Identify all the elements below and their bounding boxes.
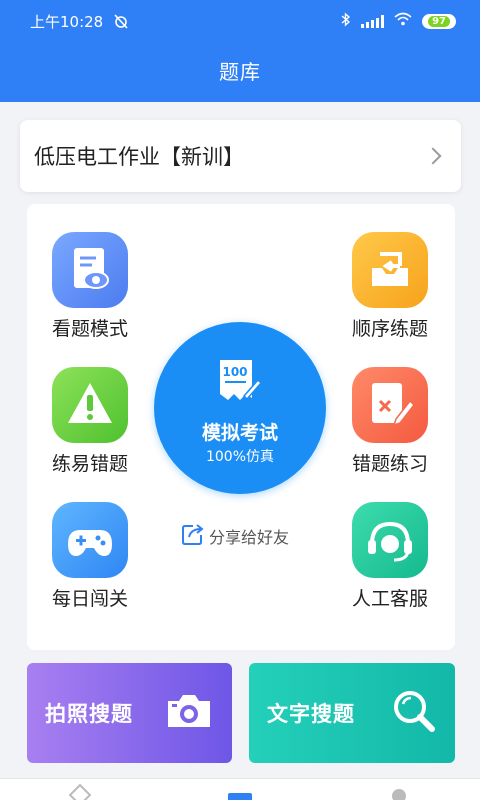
daily-challenge-label: 每日闯关 — [51, 588, 128, 610]
page-title: 题库 — [219, 60, 261, 84]
daily-challenge-button[interactable]: 每日闯关 — [40, 502, 140, 611]
exam-paper-icon: 100 — [218, 358, 263, 404]
photo-search-label: 拍照搜题 — [45, 702, 133, 726]
chevron-right-icon — [424, 147, 442, 165]
wifi-icon — [394, 12, 412, 30]
wrong-practice-label: 错题练习 — [351, 453, 428, 475]
mock-exam-sub: 100%仿真 — [205, 449, 275, 465]
profile-tab-icon[interactable] — [392, 789, 406, 800]
bluetooth-icon — [341, 11, 351, 31]
course-selector[interactable]: 低压电工作业【新训】 — [20, 120, 461, 192]
course-name: 低压电工作业【新训】 — [34, 145, 244, 169]
magnifier-icon — [391, 688, 437, 738]
view-mode-label: 看题模式 — [51, 318, 128, 340]
share-button[interactable]: 分享给好友 — [181, 522, 289, 550]
battery-icon: 97 — [422, 13, 456, 29]
view-mode-button[interactable]: 看题模式 — [40, 232, 140, 341]
signal-icon — [361, 14, 385, 28]
status-time: 上午10:28 — [30, 12, 104, 31]
sequence-practice-button[interactable]: 顺序练题 — [340, 232, 440, 341]
mock-exam-button[interactable]: 100 模拟考试 100%仿真 — [154, 322, 326, 494]
text-search-button[interactable]: 文字搜题 — [249, 663, 455, 763]
camera-icon — [164, 691, 214, 735]
battery-level: 97 — [428, 15, 450, 27]
mock-exam-label: 模拟考试 — [201, 422, 278, 444]
headset-icon — [352, 502, 428, 578]
alarm-mute-icon — [113, 13, 129, 29]
text-search-label: 文字搜题 — [267, 702, 355, 726]
wrong-practice-button[interactable]: 错题练习 — [340, 367, 440, 476]
status-bar: 上午10:28 97 — [0, 0, 480, 42]
easy-wrong-button[interactable]: 练易错题 — [40, 367, 140, 476]
customer-service-label: 人工客服 — [351, 588, 428, 610]
exam-paper-score: 100 — [222, 365, 247, 379]
app-header: 上午10:28 97 题库 — [0, 0, 480, 102]
feature-panel: 看题模式 顺序练题 练易错题 错题练习 100 模拟考试 100%仿真 分享给好… — [27, 204, 455, 650]
home-tab-icon[interactable] — [68, 783, 92, 800]
warning-icon — [52, 367, 128, 443]
document-x-pen-icon — [352, 367, 428, 443]
tray-arrow-icon — [352, 232, 428, 308]
customer-service-button[interactable]: 人工客服 — [340, 502, 440, 611]
sequence-practice-label: 顺序练题 — [351, 318, 428, 340]
bottom-nav — [0, 778, 480, 800]
document-eye-icon — [52, 232, 128, 308]
photo-search-button[interactable]: 拍照搜题 — [27, 663, 232, 763]
easy-wrong-label: 练易错题 — [51, 453, 128, 475]
gamepad-icon — [52, 502, 128, 578]
share-label: 分享给好友 — [209, 528, 290, 547]
bank-tab-icon[interactable] — [228, 793, 252, 800]
share-icon — [181, 522, 205, 550]
